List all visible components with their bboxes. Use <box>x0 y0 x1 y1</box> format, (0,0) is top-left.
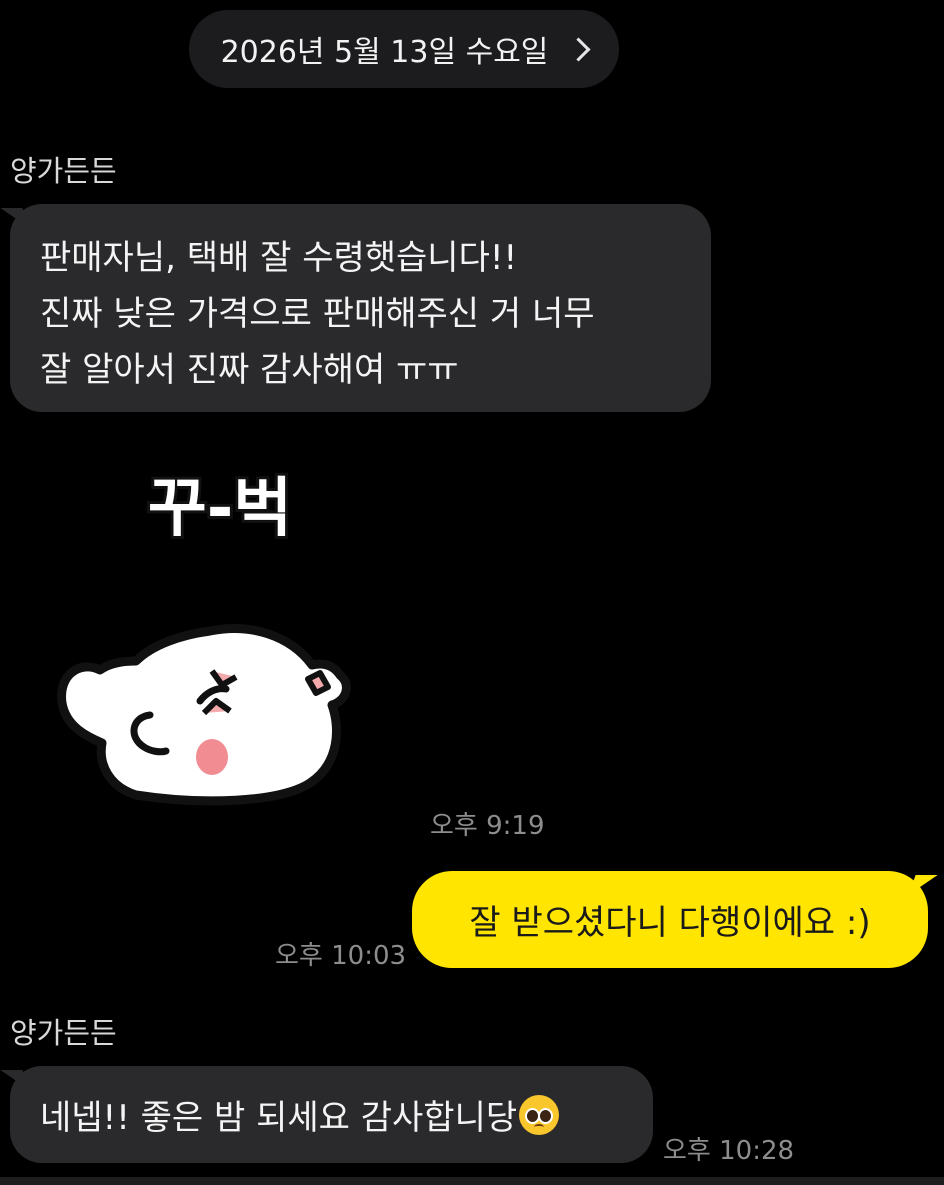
chevron-right-icon <box>566 36 591 62</box>
bubble-tail <box>908 875 938 895</box>
sender-name: 양가든든 <box>10 154 117 188</box>
message-line: 판매자님, 택배 잘 수령햇습니다!! <box>40 238 518 278</box>
bubble-tail <box>0 208 30 228</box>
bowing-ghost-sticker[interactable]: 꾸-벅 <box>40 465 370 815</box>
message-text: 잘 받으셨다니 다행이에요 :) <box>469 903 871 943</box>
date-label: 2026년 5월 13일 수요일 <box>220 35 549 70</box>
outgoing-message-bubble[interactable]: 잘 받으셨다니 다행이에요 :) <box>412 871 938 968</box>
message-line: 잘 알아서 진짜 감사해여 ㅠㅠ <box>40 350 459 390</box>
bubble-tail <box>0 1070 30 1090</box>
message-time: 오후 10:03 <box>275 941 407 971</box>
message-line: 진짜 낮은 가격으로 판매해주신 거 너무 <box>40 294 595 334</box>
input-bar-edge <box>0 1177 944 1185</box>
sender-name: 양가든든 <box>10 1016 117 1050</box>
pleading-face-emoji <box>519 1094 560 1135</box>
incoming-message-bubble[interactable]: 판매자님, 택배 잘 수령햇습니다!! 진짜 낮은 가격으로 판매해주신 거 너… <box>0 204 711 412</box>
date-header-pill[interactable]: 2026년 5월 13일 수요일 <box>189 10 619 88</box>
incoming-message-bubble[interactable]: 네넵!! 좋은 밤 되세요 감사합니당 <box>0 1066 653 1163</box>
sticker-text: 꾸-벅 <box>148 472 292 546</box>
message-time: 오후 9:19 <box>430 811 545 841</box>
message-time: 오후 10:28 <box>663 1136 795 1166</box>
message-text: 네넵!! 좋은 밤 되세요 감사합니당 <box>40 1098 518 1138</box>
sticker-image: 꾸-벅 <box>57 469 351 806</box>
